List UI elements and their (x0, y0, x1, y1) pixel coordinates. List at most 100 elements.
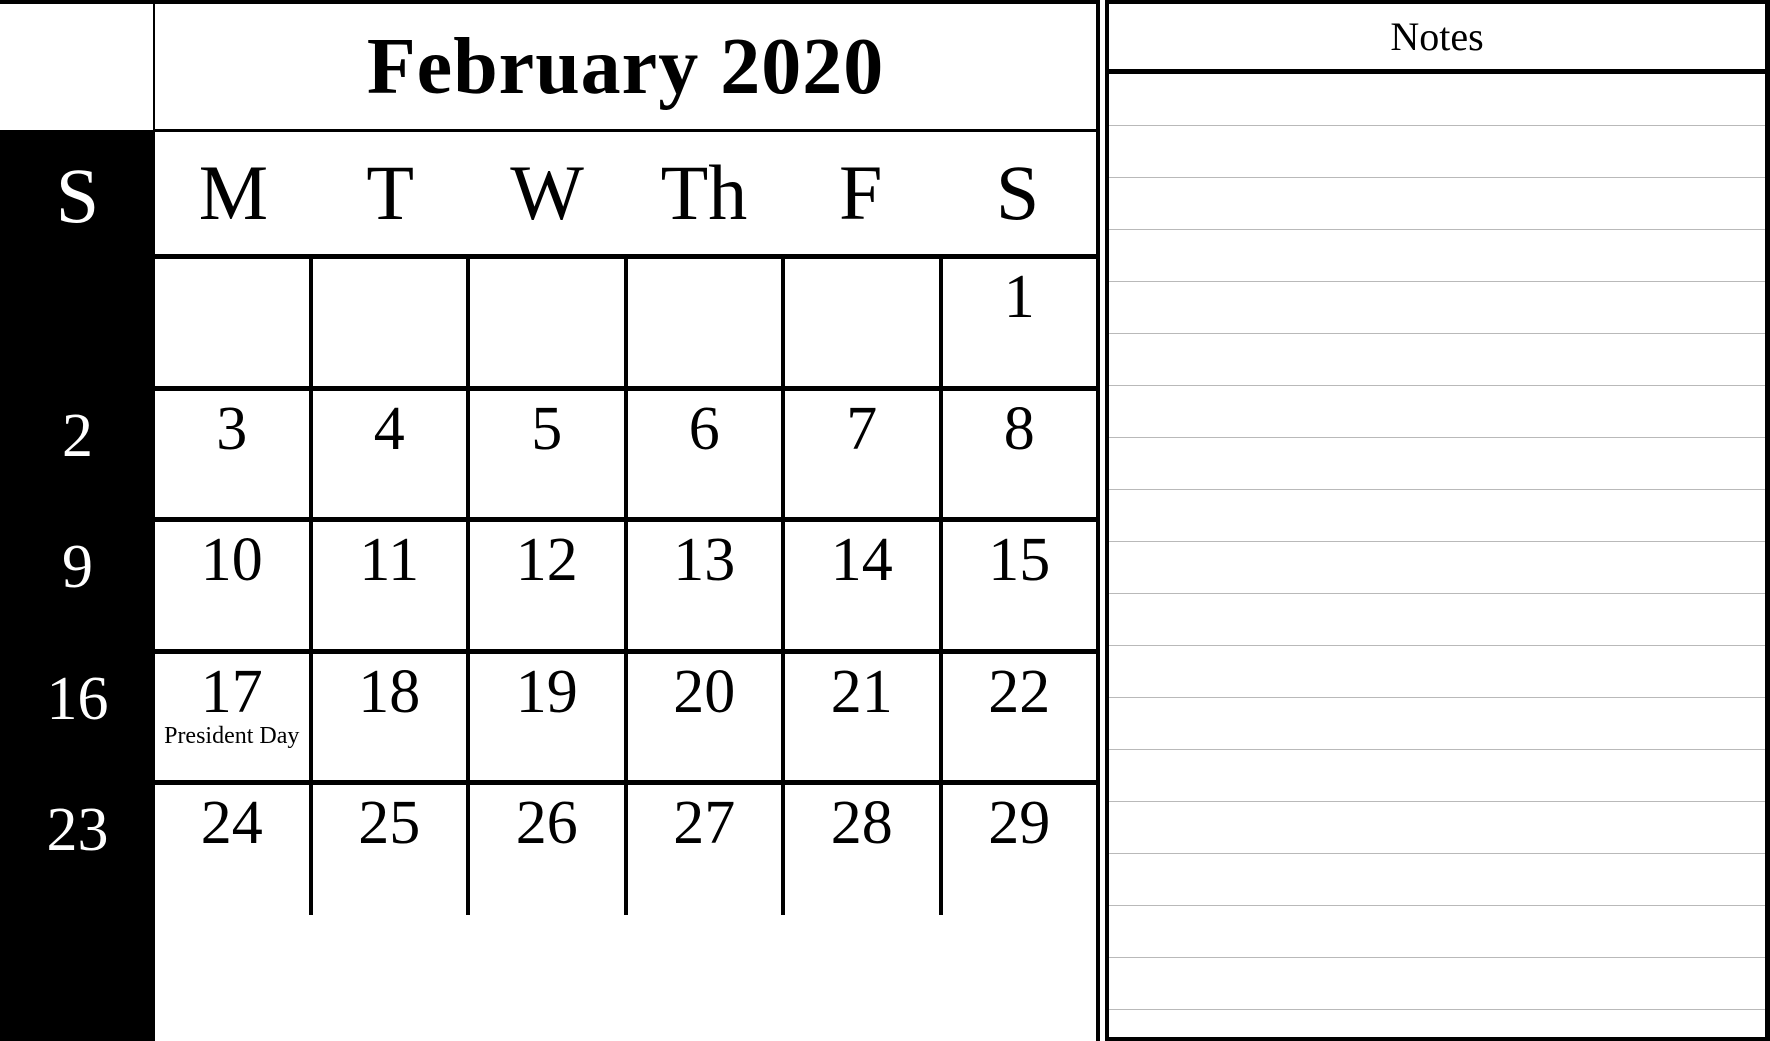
day-cell[interactable]: 18 (313, 653, 470, 780)
date-grid: 1 3 4 5 6 7 8 10 11 12 13 14 15 17 Presi… (155, 259, 1096, 1041)
day-cell[interactable]: 10 (155, 522, 313, 649)
notes-lines-area[interactable] (1109, 74, 1765, 1037)
note-line[interactable] (1109, 282, 1765, 334)
note-line[interactable] (1109, 178, 1765, 230)
weekday-header-friday: F (839, 149, 883, 236)
week-row: 10 11 12 13 14 15 (155, 522, 1096, 654)
day-number: 10 (200, 526, 263, 594)
weekday-header-saturday: S (995, 149, 1040, 236)
note-line[interactable] (1109, 750, 1765, 802)
calendar-title-row: February 2020 (155, 4, 1096, 132)
day-cell[interactable] (785, 259, 943, 386)
day-number: 12 (515, 526, 578, 594)
day-event: President Day (164, 722, 300, 749)
week-row: 24 25 26 27 28 29 (155, 785, 1096, 915)
week-row: 17 President Day 18 19 20 21 22 (155, 653, 1097, 785)
day-number: 27 (673, 789, 736, 857)
day-number: 24 (200, 789, 263, 857)
day-cell[interactable]: 8 (943, 391, 1097, 518)
day-cell[interactable]: 5 (470, 390, 628, 517)
day-cell[interactable]: 25 (313, 785, 470, 915)
day-cell[interactable] (628, 259, 785, 386)
note-line[interactable] (1109, 854, 1765, 906)
day-number: 6 (688, 394, 720, 463)
note-line[interactable] (1109, 438, 1765, 490)
page-title: February 2020 (366, 22, 885, 111)
note-line[interactable] (1109, 646, 1765, 698)
day-cell[interactable] (155, 259, 313, 386)
day-number: 25 (358, 789, 421, 857)
sunday-date-cell[interactable]: 2 (0, 391, 155, 523)
day-cell[interactable]: 24 (155, 785, 313, 915)
day-cell[interactable]: 7 (785, 390, 943, 517)
day-cell[interactable]: 14 (785, 522, 943, 649)
day-number: 14 (830, 526, 893, 594)
day-cell[interactable]: 17 President Day (155, 653, 313, 780)
title-row-left-spacer (0, 4, 155, 132)
note-line[interactable] (1109, 230, 1765, 282)
note-line[interactable] (1109, 698, 1765, 750)
note-line[interactable] (1109, 906, 1765, 958)
day-cell[interactable]: 29 (943, 785, 1097, 915)
day-number: 7 (846, 394, 878, 463)
day-cell[interactable]: 13 (628, 522, 785, 649)
day-number: 20 (673, 657, 736, 726)
sunday-date-cell[interactable]: 9 (0, 522, 155, 654)
note-line[interactable] (1109, 386, 1765, 438)
day-cell[interactable]: 28 (785, 785, 943, 915)
day-cell[interactable]: 21 (785, 653, 943, 780)
day-cell[interactable] (313, 259, 470, 386)
calendar-panel: February 2020 M T W Th F S S 2 9 16 23 1… (0, 0, 1100, 1041)
weekday-header-wednesday: W (510, 149, 584, 236)
day-number: 4 (373, 394, 405, 463)
weekday-header-monday: M (198, 149, 269, 236)
day-cell[interactable]: 27 (628, 785, 785, 915)
notes-header: Notes (1109, 4, 1765, 74)
day-cell[interactable]: 12 (470, 522, 628, 649)
note-line[interactable] (1109, 802, 1765, 854)
day-cell[interactable]: 22 (943, 654, 1097, 781)
day-cell[interactable]: 19 (470, 653, 628, 780)
notes-panel: Notes (1105, 0, 1770, 1041)
day-cell[interactable]: 15 (943, 522, 1097, 649)
day-number: 19 (515, 657, 578, 726)
sunday-date-cell[interactable] (0, 259, 155, 391)
note-line[interactable] (1109, 594, 1765, 646)
sunday-date-cell[interactable]: 23 (0, 785, 155, 917)
sunday-date-cell[interactable]: 16 (0, 654, 155, 786)
day-number: 28 (830, 789, 893, 857)
day-number: 11 (359, 526, 420, 594)
day-number: 1 (1003, 263, 1035, 331)
day-number: 13 (673, 526, 736, 594)
day-cell[interactable] (470, 259, 628, 386)
weekday-header-sunday: S (55, 151, 100, 239)
note-line[interactable] (1109, 542, 1765, 594)
day-number: 18 (358, 657, 421, 726)
day-cell[interactable]: 26 (470, 785, 628, 915)
note-line[interactable] (1109, 490, 1765, 542)
day-number: 17 (200, 657, 263, 726)
day-number: 5 (531, 394, 563, 463)
weekday-header-tuesday: T (366, 149, 415, 236)
week-row: 1 (155, 259, 1096, 391)
day-cell[interactable]: 3 (155, 390, 313, 517)
note-line[interactable] (1109, 126, 1765, 178)
notes-title: Notes (1390, 13, 1484, 59)
day-cell[interactable]: 20 (628, 653, 785, 780)
day-number: 29 (988, 789, 1051, 857)
day-number: 15 (988, 526, 1051, 594)
week-row: 3 4 5 6 7 8 (155, 390, 1097, 522)
day-number: 8 (1003, 394, 1035, 463)
day-cell[interactable]: 11 (313, 522, 470, 649)
day-cell[interactable]: 1 (943, 259, 1097, 386)
note-line[interactable] (1109, 334, 1765, 386)
day-number: 26 (515, 789, 578, 857)
note-line[interactable] (1109, 958, 1765, 1010)
day-cell[interactable]: 4 (313, 390, 470, 517)
day-number: 3 (216, 394, 248, 463)
day-cell[interactable]: 6 (628, 390, 785, 517)
note-line[interactable] (1109, 74, 1765, 126)
day-number: 22 (988, 657, 1051, 726)
sunday-column: S 2 9 16 23 (0, 132, 155, 1041)
calendar-page: February 2020 M T W Th F S S 2 9 16 23 1… (0, 0, 1770, 1041)
